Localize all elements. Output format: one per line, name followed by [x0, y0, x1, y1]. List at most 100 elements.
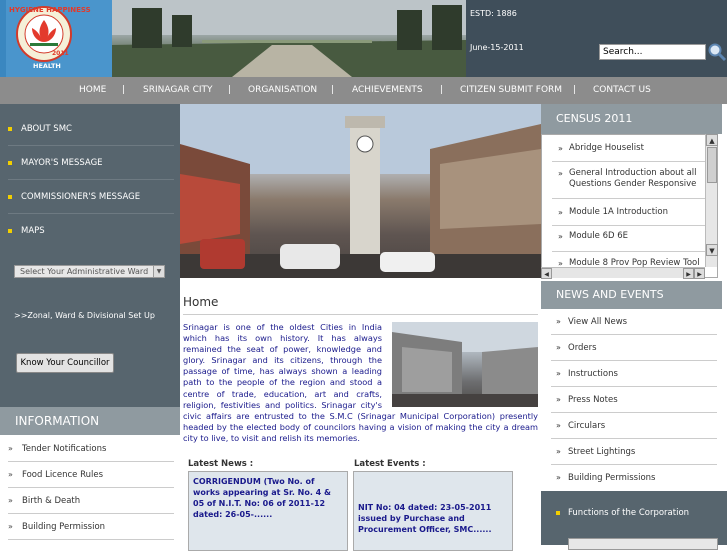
zonal-ward-link[interactable]: >>Zonal, Ward & Divisional Set Up	[14, 311, 155, 320]
functions-select[interactable]	[568, 538, 718, 550]
news-item-view-all-news[interactable]: » View All News	[551, 309, 717, 335]
scroll-down-icon[interactable]: ▼	[706, 244, 718, 256]
logo-year: 2011	[52, 50, 69, 57]
sidebar-item-label: MAPS	[21, 226, 45, 236]
nav-contact-us[interactable]: CONTACT US	[593, 77, 651, 104]
news-item-label: Circulars	[568, 421, 606, 431]
news-item-label: Street Lightings	[568, 447, 636, 457]
news-item-street-lightings[interactable]: » Street Lightings	[551, 439, 717, 465]
search-icon[interactable]	[707, 42, 727, 62]
bullet-icon	[8, 126, 12, 131]
bullet-icon: »	[558, 144, 563, 153]
news-item-label: Orders	[568, 343, 597, 353]
functions-link-label: Functions of the Corporation	[568, 508, 690, 518]
know-your-councillor-button[interactable]: Know Your Councillor	[16, 353, 114, 373]
news-item-label: Building Permissions	[568, 473, 656, 483]
header-photo	[112, 0, 466, 77]
nav-citizen-submit-form[interactable]: CITIZEN SUBMIT FORM	[460, 77, 562, 104]
news-item-circulars[interactable]: » Circulars	[551, 413, 717, 439]
bullet-icon: »	[556, 317, 561, 326]
established-label: ESTD: 1886	[470, 9, 517, 18]
news-item-orders[interactable]: » Orders	[551, 335, 717, 361]
bullet-icon	[8, 194, 12, 199]
news-events-heading: NEWS AND EVENTS	[541, 281, 722, 309]
bullet-icon: »	[556, 447, 561, 456]
bullet-icon: »	[8, 470, 13, 479]
latest-events-item[interactable]: NIT No: 04 dated: 23-05-2011 issued by P…	[358, 503, 492, 534]
news-item-building-permissions[interactable]: » Building Permissions	[551, 465, 717, 491]
news-item-label: Instructions	[568, 369, 618, 379]
garden-photo	[112, 0, 466, 77]
info-item-food-licence-rules[interactable]: » Food Licence Rules	[8, 462, 174, 488]
bullet-icon: »	[556, 421, 561, 430]
latest-events-label: Latest Events :	[354, 459, 426, 469]
census-heading: CENSUS 2011	[541, 104, 722, 134]
bullet-icon: »	[558, 169, 563, 178]
smc-logo[interactable]: HYGIENE HAPPINESS 2011 HEALTH	[0, 0, 112, 77]
info-item-birth-death[interactable]: » Birth & Death	[8, 488, 174, 514]
bullet-icon: »	[556, 343, 561, 352]
scroll-left-icon[interactable]: ◀	[541, 268, 552, 279]
news-item-press-notes[interactable]: » Press Notes	[551, 387, 717, 413]
census-item-abridge-houselist[interactable]: » Abridge Houselist	[552, 140, 705, 162]
scroll-right-icon[interactable]: ▶	[694, 268, 705, 279]
info-item-label: Building Permission	[22, 522, 106, 532]
bullet-icon: »	[558, 208, 563, 217]
sidebar-item-maps[interactable]: MAPS	[8, 214, 174, 248]
functions-panel: Functions of the Corporation	[541, 491, 727, 550]
search-input[interactable]	[599, 44, 706, 60]
logo-text-bottom: HEALTH	[33, 62, 61, 70]
latest-news-item[interactable]: CORRIGENDUM (Two No. of works appearing …	[193, 477, 331, 519]
bullet-icon	[8, 160, 12, 165]
scroll-up-icon[interactable]: ▲	[706, 134, 718, 146]
bullet-icon: »	[556, 473, 561, 482]
census-item-general-introduction[interactable]: » General Introduction about all Question…	[552, 168, 705, 199]
news-item-label: Press Notes	[568, 395, 618, 405]
chevron-down-icon[interactable]: ▼	[153, 266, 164, 277]
census-horizontal-scrollbar[interactable]: ◀ ▶ ▶	[541, 267, 705, 279]
census-vertical-scrollbar[interactable]: ▲ ▼	[705, 134, 718, 267]
functions-link[interactable]: Functions of the Corporation	[556, 508, 689, 518]
page-title: Home	[183, 295, 219, 309]
sidebar-item-commissioners-message[interactable]: COMMISSIONER'S MESSAGE	[8, 180, 174, 214]
sidebar-item-about-smc[interactable]: ABOUT SMC	[8, 112, 174, 146]
census-item-module-6d[interactable]: » Module 6D 6E	[552, 231, 705, 252]
city-banner-image	[180, 104, 541, 278]
census-list: » Abridge Houselist » General Introduction…	[541, 134, 718, 278]
latest-news-ticker[interactable]: CORRIGENDUM (Two No. of works appearing …	[188, 471, 348, 551]
nav-organisation[interactable]: ORGANISATION	[248, 77, 317, 104]
info-item-tender-notifications[interactable]: » Tender Notifications	[8, 436, 174, 462]
bullet-icon: »	[8, 444, 13, 453]
census-item-label: Module 1A Introduction	[569, 207, 669, 217]
scroll-right-icon[interactable]: ▶	[683, 268, 694, 279]
census-item-label: Module 6D 6E	[569, 231, 629, 241]
bullet-icon: »	[556, 369, 561, 378]
info-item-label: Food Licence Rules	[22, 470, 104, 480]
sidebar-item-label: ABOUT SMC	[21, 124, 72, 134]
nav-srinagar-city[interactable]: SRINAGAR CITY	[143, 77, 213, 104]
title-divider	[183, 314, 538, 315]
city-street-image	[392, 322, 538, 407]
bullet-icon: »	[8, 496, 13, 505]
bullet-icon	[8, 228, 12, 233]
sidebar-item-label: COMMISSIONER'S MESSAGE	[21, 192, 141, 202]
census-item-label: General Introduction about all Questions…	[569, 168, 697, 189]
latest-events-ticker[interactable]: NIT No: 04 dated: 23-05-2011 issued by P…	[353, 471, 513, 551]
info-item-building-permission[interactable]: » Building Permission	[8, 514, 174, 540]
bullet-icon	[556, 510, 560, 515]
nav-home[interactable]: HOME	[79, 77, 106, 104]
clock-tower-photo	[180, 104, 541, 278]
census-item-module-1a[interactable]: » Module 1A Introduction	[552, 205, 705, 226]
information-heading: INFORMATION	[0, 407, 180, 435]
nav-achievements[interactable]: ACHIEVEMENTS	[352, 77, 423, 104]
scroll-thumb[interactable]	[707, 147, 717, 183]
header: HYGIENE HAPPINESS 2011 HEALTH ESTD: 1886…	[0, 0, 727, 77]
logo-text-top: HYGIENE HAPPINESS	[9, 6, 91, 14]
bullet-icon: »	[8, 522, 13, 531]
sidebar-item-mayors-message[interactable]: MAYOR'S MESSAGE	[8, 146, 174, 180]
news-item-instructions[interactable]: » Instructions	[551, 361, 717, 387]
nav-separator: |	[440, 85, 444, 95]
ward-select[interactable]: Select Your Administrative Ward ▼	[14, 265, 165, 278]
nav-separator: |	[122, 85, 126, 95]
nav-separator: |	[228, 85, 232, 95]
